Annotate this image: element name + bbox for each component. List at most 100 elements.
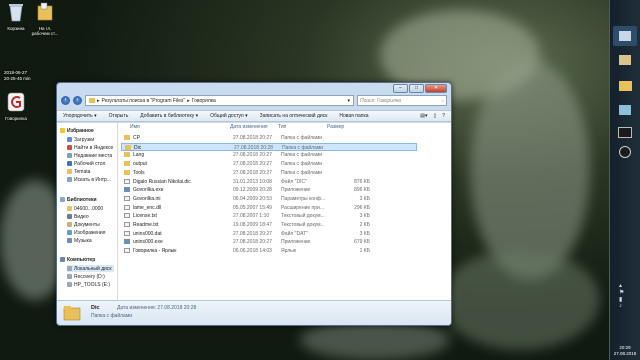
nav-item-music[interactable]: Музыка [67, 237, 92, 244]
nav-item-recovery[interactable]: Recovery (D:) [67, 273, 105, 280]
application-icon [124, 187, 130, 193]
organize-button[interactable]: Упорядочить ▾ [63, 113, 97, 119]
star-icon [60, 128, 65, 133]
file-row[interactable]: Dic 27.08.2018 20:28 Папка с файлами [121, 142, 417, 151]
music-icon [67, 238, 72, 243]
maximize-button[interactable]: □ [409, 84, 424, 93]
nav-computer[interactable]: Компьютер [60, 256, 95, 263]
file-row[interactable]: Digalo Russian Nikolai.dic 31.01.2013 10:… [121, 178, 417, 186]
file-row[interactable]: Lang 27.08.2018 20:27 Папка с файлами [121, 151, 417, 159]
folder-icon [67, 169, 72, 174]
help-icon[interactable]: ? [442, 113, 445, 119]
nav-item-library-folder[interactable]: 04600...0000 [67, 205, 103, 212]
breadcrumb-search-results[interactable]: Результаты поиска в "Program Files" [102, 98, 186, 104]
nav-favorites[interactable]: Избранное [60, 127, 94, 134]
file-row[interactable]: CP 27.08.2018 20:27 Папка с файлами [121, 134, 417, 142]
chevron-down-icon[interactable]: ▾ [347, 98, 350, 104]
nav-label: 04600...0000 [74, 205, 104, 212]
pictures-icon [67, 230, 72, 235]
nav-label: Рабочий стол [74, 160, 106, 167]
nav-item-local-disk[interactable]: Локальный диск [67, 265, 114, 272]
column-header-date[interactable]: Дата изменения [230, 124, 268, 131]
file-type: Приложение [281, 239, 311, 246]
nav-item-desktop[interactable]: Рабочий стол [67, 160, 105, 167]
nav-item-pictures[interactable]: Изображения [67, 229, 105, 236]
search-input[interactable]: Поиск: Говорилка ⌕ [357, 95, 447, 106]
file-size: 3 КБ [359, 213, 370, 220]
file-date: 09.12.2009 20:28 [233, 187, 272, 194]
file-type: Файл "DIC" [281, 178, 307, 185]
file-row[interactable]: Govorilka.ini 06.04.2009 20:53 Параметры к… [121, 195, 417, 203]
file-row[interactable]: Говорилка - Ярлык 06.06.2018 14:03 Ярлык 1 … [121, 247, 417, 255]
details-type: Папка с файлами [91, 313, 133, 319]
column-header-size[interactable]: Размер [327, 124, 344, 131]
nav-item-recent[interactable]: Недавние места [67, 152, 112, 159]
command-bar: Упорядочить ▾ Открыть Добавить в библиот… [57, 110, 451, 122]
search-icon: ⌕ [441, 97, 444, 104]
preview-pane-icon[interactable]: ▯ [433, 113, 436, 119]
computer-icon [60, 257, 65, 262]
burn-button[interactable]: Записать на оптический диск [260, 113, 328, 119]
file-icon [124, 213, 130, 219]
view-options-icon[interactable]: ▤▾ [420, 113, 427, 119]
nav-item-video[interactable]: Видео [67, 213, 89, 220]
new-folder-button[interactable]: Новая папка [339, 113, 368, 119]
taskbar-button-explorer[interactable] [613, 76, 637, 96]
forward-button[interactable]: › [73, 96, 82, 105]
desktop-icon-govorilka[interactable]: Говорилка [1, 92, 31, 121]
nav-item-search-internet[interactable]: Искать в Интр... [67, 176, 111, 183]
nav-item-hp-tools[interactable]: HP_TOOLS (E:) [67, 281, 110, 288]
file-name: output [133, 161, 147, 168]
taskbar-clock[interactable]: 20:29 27.08.2018 [610, 345, 640, 356]
file-icon [124, 178, 130, 184]
column-header-type[interactable]: Тип [278, 124, 286, 131]
file-date: 27.08.2018 20:28 [234, 144, 273, 151]
nav-label: Изображения [74, 229, 106, 236]
file-icon [124, 195, 130, 201]
nav-item-temata[interactable]: Temata [67, 168, 90, 175]
nav-item-downloads[interactable]: Загрузки [67, 136, 94, 143]
file-type: Файл "DAT" [281, 230, 308, 237]
file-name: Говорилка - Ярлык [133, 248, 177, 255]
column-header-name[interactable]: Имя [130, 124, 140, 131]
details-modified: Дата изменения: 27.08.2018 20:28 [117, 305, 197, 311]
taskbar-button-1[interactable] [613, 26, 637, 46]
close-button[interactable]: ✕ [425, 84, 447, 93]
taskbar-button-2[interactable] [613, 50, 637, 70]
back-button[interactable]: ‹ [61, 96, 70, 105]
file-row[interactable]: unins000.exe 27.08.2018 20:27 Приложение 67… [121, 238, 417, 246]
minimize-button[interactable]: – [393, 84, 408, 93]
file-row[interactable]: Readme.txt 19.08.2009 18:47 Текстовый доку… [121, 221, 417, 229]
file-row[interactable]: License.txt 27.08.2007 1:10 Текстовый доку… [121, 212, 417, 220]
open-button[interactable]: Открыть [109, 113, 129, 119]
file-icon [124, 204, 130, 210]
share-button[interactable]: Общий доступ ▾ [210, 113, 248, 119]
file-type: Папка с файлами [281, 152, 323, 159]
file-row[interactable]: output 27.08.2018 20:27 Папка с файлами [121, 160, 417, 168]
file-row[interactable]: Tools 27.08.2018 20:27 Папка с файлами [121, 169, 417, 177]
file-size: 3 КБ [359, 195, 370, 202]
file-row[interactable]: lame_enc.dll 05.05.2007 15:49 Расширение п… [121, 204, 417, 212]
explorer-window[interactable]: – □ ✕ ‹ › ▸ Результаты поиска в "Program… [56, 82, 452, 326]
nav-label: Музыка [74, 237, 92, 244]
file-date: 19.08.2009 18:47 [233, 222, 272, 228]
add-to-library-button[interactable]: Добавить в библиотеку ▾ [140, 113, 198, 119]
taskbar-button-5[interactable] [613, 142, 637, 162]
taskbar-button-4[interactable] [613, 122, 637, 142]
desktop-icon-shortcut[interactable]: На гл. рабочем ст... [30, 2, 60, 36]
address-bar[interactable]: ▸ Результаты поиска в "Program Files" ▸ … [85, 95, 354, 106]
breadcrumb-govorilka[interactable]: Говорилка [192, 98, 216, 104]
govorilka-app-icon [7, 92, 25, 112]
file-row[interactable]: unins000.dat 27.08.2018 20:27 Файл "DAT" 3 … [121, 230, 417, 238]
nav-libraries[interactable]: Библиотеки [60, 196, 97, 203]
documents-icon [67, 222, 72, 227]
tray-icons[interactable]: ▴ ⚑ ▮ ♪ [619, 282, 624, 309]
nav-item-documents[interactable]: Документы [67, 221, 100, 228]
downloads-icon [67, 137, 72, 142]
folder-icon [124, 135, 130, 140]
folder-icon [63, 306, 81, 321]
file-row[interactable]: Govorilka.exe 09.12.2009 20:28 Приложение 8… [121, 186, 417, 194]
nav-item-yandex[interactable]: Найти в Яндексе [67, 144, 113, 151]
taskbar-button-3[interactable] [613, 100, 637, 120]
desktop-icon-recycle-bin[interactable]: Корзина [1, 2, 31, 31]
